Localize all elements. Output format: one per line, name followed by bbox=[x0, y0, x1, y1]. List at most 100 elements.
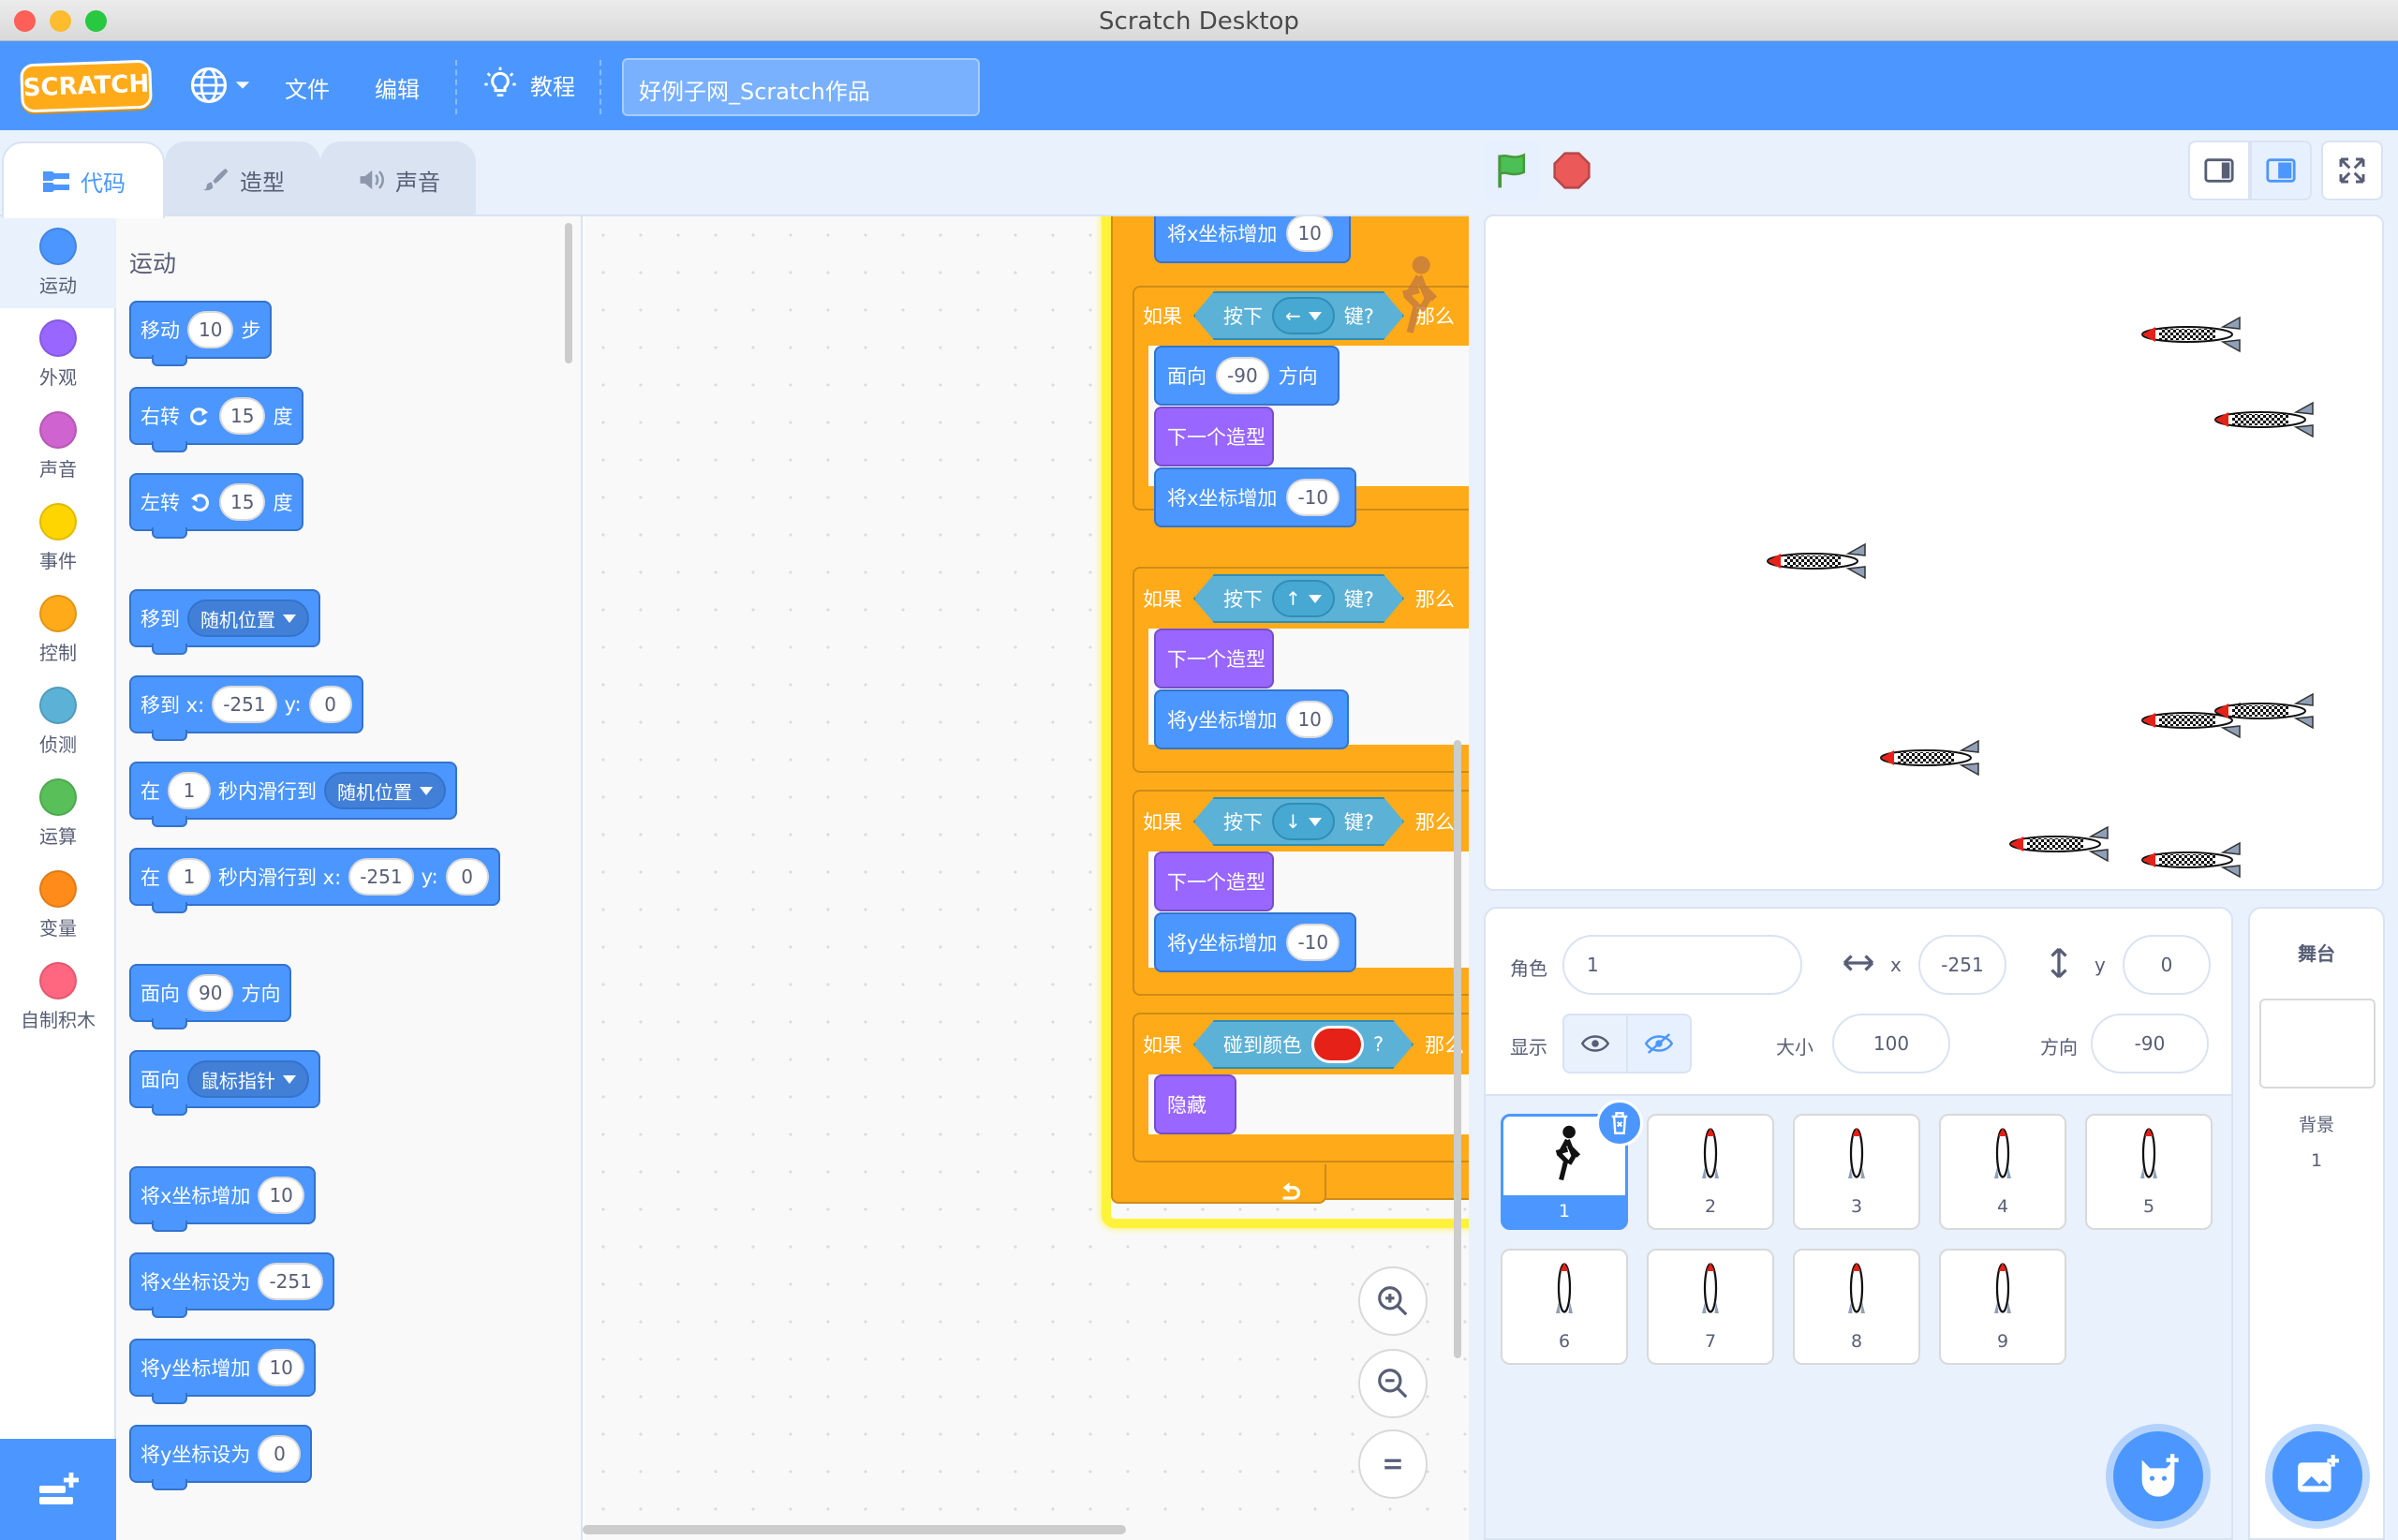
block-number-input[interactable]: 10 bbox=[258, 1177, 304, 1214]
category-sensing[interactable]: 侦测 bbox=[0, 675, 116, 767]
hide-sprite-button[interactable] bbox=[1626, 1014, 1692, 1074]
block-number-input[interactable]: -90 bbox=[1216, 357, 1269, 394]
size-input[interactable]: 100 bbox=[1832, 1014, 1950, 1074]
file-menu[interactable]: 文件 bbox=[285, 71, 330, 104]
category-looks[interactable]: 外观 bbox=[0, 308, 116, 400]
category-events[interactable]: 事件 bbox=[0, 492, 116, 584]
change-x-block[interactable]: 将x坐标增加 10 bbox=[129, 1166, 316, 1232]
sprite-tile[interactable]: 4 bbox=[1939, 1114, 2066, 1230]
palette-scrollbar[interactable] bbox=[565, 223, 572, 363]
set-y-block[interactable]: 将y坐标设为 0 bbox=[129, 1425, 313, 1490]
small-stage-button[interactable] bbox=[2188, 141, 2250, 200]
goto-target-dropdown[interactable]: 随机位置 bbox=[187, 600, 309, 637]
sprite-tile[interactable]: 3 bbox=[1793, 1114, 1920, 1230]
fullscreen-button[interactable] bbox=[2321, 141, 2383, 200]
point-towards-dropdown[interactable]: 鼠标指针 bbox=[187, 1060, 309, 1098]
touching-color-sensor[interactable]: 碰到颜色? bbox=[1193, 1020, 1414, 1069]
tab-sounds[interactable]: 声音 bbox=[320, 141, 476, 216]
add-extension-button[interactable] bbox=[0, 1439, 116, 1540]
glide-target-dropdown[interactable]: 随机位置 bbox=[324, 772, 446, 809]
y-position-input[interactable]: 0 bbox=[2123, 935, 2211, 995]
block-number-input[interactable]: -10 bbox=[1286, 924, 1340, 961]
script-next-costume-block[interactable]: 下一个造型 bbox=[1154, 851, 1274, 911]
block-number-input[interactable]: 10 bbox=[258, 1349, 304, 1386]
script-hide-block[interactable]: 隐藏 bbox=[1154, 1074, 1236, 1134]
scratch-logo[interactable]: SCRATCH bbox=[20, 59, 153, 113]
category-motion[interactable]: 运动 bbox=[0, 216, 116, 308]
block-number-input[interactable]: 10 bbox=[1286, 701, 1333, 738]
x-position-input[interactable]: -251 bbox=[1918, 935, 2006, 995]
category-sound[interactable]: 声音 bbox=[0, 400, 116, 492]
script-face-direction-block[interactable]: 面向 -90 方向 bbox=[1154, 346, 1340, 406]
zoom-reset-button[interactable] bbox=[1358, 1429, 1428, 1499]
show-sprite-button[interactable] bbox=[1562, 1014, 1628, 1074]
move-steps-block[interactable]: 移动 10 步 bbox=[129, 301, 273, 366]
turn-left-block[interactable]: 左转 15 度 bbox=[129, 473, 304, 539]
key-dropdown[interactable]: ↓ bbox=[1272, 803, 1335, 840]
green-flag-button[interactable] bbox=[1482, 141, 1542, 200]
choose-backdrop-button[interactable] bbox=[2272, 1431, 2362, 1521]
block-number-input[interactable]: -251 bbox=[258, 1263, 323, 1300]
goto-block[interactable]: 移到 随机位置 bbox=[129, 589, 320, 655]
block-number-input[interactable]: 0 bbox=[445, 858, 489, 896]
choose-sprite-button[interactable] bbox=[2113, 1431, 2203, 1521]
script-change-y-block[interactable]: 将y坐标增加 10 bbox=[1154, 689, 1349, 749]
block-number-input[interactable]: 90 bbox=[187, 974, 234, 1012]
tab-costumes[interactable]: 造型 bbox=[165, 141, 320, 216]
change-y-block[interactable]: 将y坐标增加 10 bbox=[129, 1339, 316, 1404]
category-control[interactable]: 控制 bbox=[0, 584, 116, 675]
block-number-input[interactable]: 15 bbox=[219, 397, 266, 435]
category-my-blocks[interactable]: 自制积木 bbox=[0, 951, 116, 1043]
point-towards-block[interactable]: 面向 鼠标指针 bbox=[129, 1050, 320, 1116]
glide-xy-block[interactable]: 在 1 秒内滑行到 x: -251 y: 0 bbox=[129, 848, 500, 913]
glide-block[interactable]: 在 1 秒内滑行到 随机位置 bbox=[129, 762, 457, 827]
script-change-y-block[interactable]: 将y坐标增加 -10 bbox=[1154, 912, 1356, 972]
sprite-name-input[interactable]: 1 bbox=[1562, 935, 1802, 995]
workspace-horizontal-scrollbar[interactable] bbox=[583, 1525, 1126, 1534]
delete-sprite-button[interactable] bbox=[1596, 1100, 1643, 1147]
sprite-tile[interactable]: 6 bbox=[1501, 1249, 1628, 1365]
goto-xy-block[interactable]: 移到 x: -251 y: 0 bbox=[129, 675, 363, 741]
color-swatch[interactable] bbox=[1311, 1026, 1364, 1063]
script-next-costume-block[interactable]: 下一个造型 bbox=[1154, 407, 1274, 466]
tab-code[interactable]: 代码 bbox=[2, 141, 165, 218]
block-number-input[interactable]: 10 bbox=[187, 311, 234, 348]
point-direction-block[interactable]: 面向 90 方向 bbox=[129, 964, 292, 1029]
category-variables[interactable]: 变量 bbox=[0, 859, 116, 951]
stop-button[interactable] bbox=[1551, 150, 1592, 191]
zoom-in-button[interactable] bbox=[1358, 1266, 1428, 1336]
edit-menu[interactable]: 编辑 bbox=[375, 71, 420, 104]
block-number-input[interactable]: -10 bbox=[1286, 479, 1340, 516]
workspace-vertical-scrollbar[interactable] bbox=[1454, 740, 1461, 1358]
script-change-x-block[interactable]: 将x坐标增加 10 bbox=[1154, 216, 1351, 263]
sprite-tile[interactable]: 5 bbox=[2085, 1114, 2213, 1230]
block-number-input[interactable]: 1 bbox=[168, 858, 211, 896]
key-pressed-sensor[interactable]: 按下 ← 键? bbox=[1193, 291, 1404, 340]
block-number-input[interactable]: -251 bbox=[212, 686, 277, 723]
block-number-input[interactable]: 0 bbox=[258, 1435, 302, 1473]
sprite-tile[interactable]: 7 bbox=[1647, 1249, 1774, 1365]
key-dropdown[interactable]: ← bbox=[1272, 297, 1335, 334]
set-x-block[interactable]: 将x坐标设为 -251 bbox=[129, 1252, 334, 1318]
direction-input[interactable]: -90 bbox=[2091, 1014, 2209, 1074]
project-title-input[interactable]: 好例子网_Scratch作品 bbox=[622, 58, 980, 116]
large-stage-button[interactable] bbox=[2250, 141, 2312, 200]
key-dropdown[interactable]: ↑ bbox=[1272, 580, 1335, 617]
key-pressed-sensor[interactable]: 按下 ↓ 键? bbox=[1193, 797, 1404, 846]
key-pressed-sensor[interactable]: 按下 ↑ 键? bbox=[1193, 574, 1404, 623]
category-operators[interactable]: 运算 bbox=[0, 767, 116, 859]
block-number-input[interactable]: 10 bbox=[1286, 216, 1333, 252]
zoom-out-button[interactable] bbox=[1358, 1349, 1428, 1418]
script-next-costume-block[interactable]: 下一个造型 bbox=[1154, 629, 1274, 689]
language-menu[interactable] bbox=[189, 66, 251, 105]
stage-thumbnail[interactable] bbox=[2259, 999, 2376, 1088]
block-number-input[interactable]: 0 bbox=[308, 686, 352, 723]
sprite-tile[interactable]: 2 bbox=[1647, 1114, 1774, 1230]
stage-canvas[interactable] bbox=[1484, 215, 2384, 891]
turn-right-block[interactable]: 右转 15 度 bbox=[129, 387, 304, 452]
sprite-tile[interactable]: 9 bbox=[1939, 1249, 2066, 1365]
script-change-x-block[interactable]: 将x坐标增加 -10 bbox=[1154, 467, 1356, 527]
block-number-input[interactable]: 1 bbox=[168, 772, 211, 809]
block-number-input[interactable]: -251 bbox=[348, 858, 414, 896]
script-workspace[interactable]: 将x坐标增加 10 如果 按下 ← 键? 那么 面向 -90 方向 下一个造型 将x坐标增加 -… bbox=[585, 216, 1469, 1540]
